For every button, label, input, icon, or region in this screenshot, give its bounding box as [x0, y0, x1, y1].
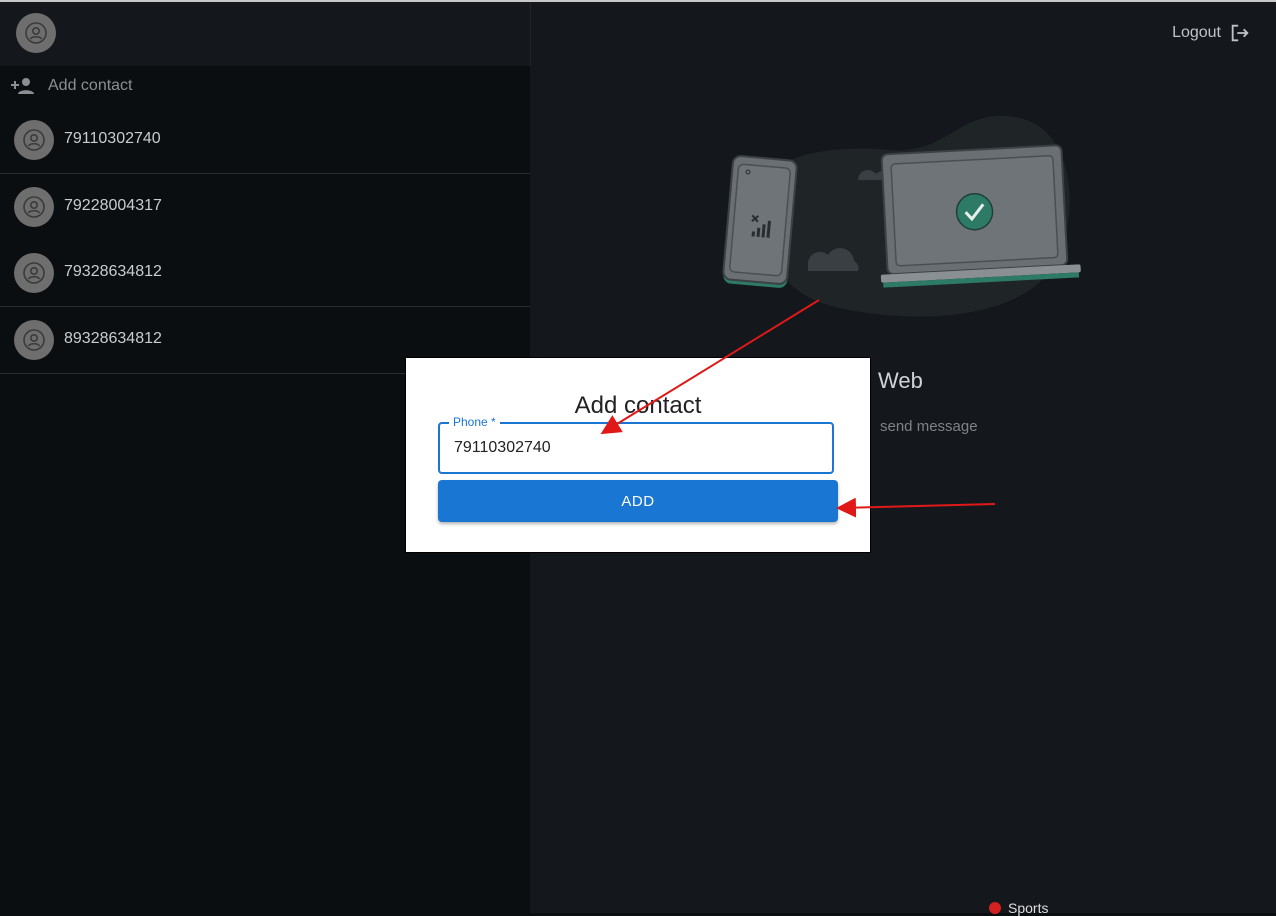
welcome-title: Web: [878, 368, 923, 393]
contact-item[interactable]: 79110302740: [0, 107, 530, 174]
logout-label: Logout: [1172, 24, 1221, 41]
add-contact-dialog: Add contact Phone * ADD: [406, 358, 870, 552]
contact-phone: 79228004317: [64, 197, 162, 214]
contact-phone: 89328634812: [64, 330, 162, 347]
avatar-icon: [23, 129, 45, 151]
add-contact-label: Add contact: [48, 77, 133, 94]
connected-devices-illustration: [722, 115, 1081, 317]
avatar-icon: [23, 262, 45, 284]
contact-phone: 79110302740: [64, 130, 161, 147]
contact-phone: 79328634812: [64, 263, 162, 280]
chat-header: Logout: [530, 2, 1276, 66]
contact-avatar: [14, 187, 54, 227]
contact-item[interactable]: 79328634812: [0, 240, 530, 307]
bottom-fragment-text: Sports: [1008, 900, 1049, 916]
sidebar-header: [0, 2, 530, 66]
avatar-icon: [23, 329, 45, 351]
phone-field-label: Phone *: [449, 415, 500, 429]
contact-avatar: [14, 320, 54, 360]
contact-item[interactable]: 79228004317: [0, 174, 530, 241]
add-contact-button[interactable]: Add contact: [0, 66, 530, 108]
contact-avatar: [14, 120, 54, 160]
logout-button[interactable]: Logout: [1172, 22, 1251, 44]
phone-field[interactable]: Phone *: [438, 415, 834, 474]
logout-icon: [1231, 24, 1249, 42]
phone-input[interactable]: [452, 438, 826, 458]
add-button[interactable]: ADD: [438, 480, 838, 522]
bottom-fragment: Sports: [988, 900, 1048, 916]
avatar-icon: [25, 22, 47, 44]
avatar-icon: [23, 196, 45, 218]
contact-avatar: [14, 253, 54, 293]
person-add-icon: [10, 76, 36, 101]
user-avatar[interactable]: [16, 13, 56, 53]
welcome-subtitle: send message: [880, 418, 978, 435]
